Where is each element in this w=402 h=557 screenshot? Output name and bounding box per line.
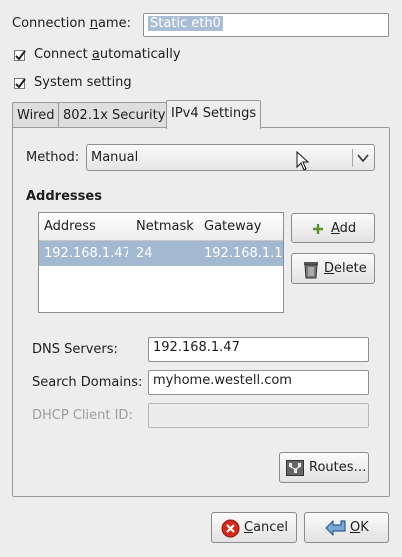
routes-button[interactable]: Routes…	[279, 452, 369, 483]
connection-name-value: Static eth0	[148, 16, 223, 31]
add-button[interactable]: Add	[291, 213, 375, 243]
cell-address: 192.168.1.47	[44, 246, 128, 261]
routes-icon	[286, 460, 304, 476]
ok-button-label: OK	[350, 520, 369, 535]
column-header-netmask[interactable]: Netmask	[131, 213, 200, 241]
connect-automatically-label[interactable]: Connect automatically	[34, 47, 181, 62]
search-domains-input[interactable]: myhome.westell.com	[148, 370, 369, 395]
ok-icon	[325, 520, 346, 536]
column-header-gateway[interactable]: Gateway	[199, 213, 283, 241]
table-row[interactable]: 192.168.1.47 24 192.168.1.1	[39, 241, 283, 266]
method-value: Manual	[91, 150, 139, 165]
connection-name-label: Connection name:	[12, 16, 131, 31]
delete-button-label: Delete	[324, 261, 367, 276]
dns-servers-input[interactable]: 192.168.1.47	[148, 337, 369, 362]
tab-8021x-security[interactable]: 802.1x Security	[58, 102, 167, 128]
routes-button-label: Routes…	[309, 460, 367, 475]
cursor-icon	[296, 151, 310, 171]
plus-icon	[313, 224, 323, 234]
addresses-table[interactable]: Address Netmask Gateway 192.168.1.47 24 …	[38, 212, 284, 313]
trash-icon	[304, 262, 318, 279]
connect-automatically-checkbox[interactable]	[14, 50, 26, 61]
ok-button[interactable]: OK	[304, 512, 389, 543]
cancel-icon	[221, 519, 240, 538]
connection-name-input[interactable]: Static eth0	[143, 13, 389, 37]
cell-gateway: 192.168.1.1	[204, 246, 283, 261]
chevron-down-icon	[357, 154, 369, 163]
check-icon	[15, 78, 26, 89]
tab-ipv4-settings-label: IPv4 Settings	[171, 106, 257, 121]
cancel-button[interactable]: Cancel	[211, 512, 297, 543]
cancel-button-label: Cancel	[244, 520, 289, 535]
tab-ipv4-settings[interactable]: IPv4 Settings	[166, 100, 261, 129]
dns-servers-value: 192.168.1.47	[153, 340, 240, 355]
dns-servers-label: DNS Servers:	[32, 342, 118, 357]
addresses-title: Addresses	[26, 189, 102, 204]
search-domains-label: Search Domains:	[32, 375, 143, 390]
method-label: Method:	[26, 150, 80, 165]
system-setting-checkbox[interactable]	[14, 78, 26, 89]
dhcp-client-id-input	[148, 403, 369, 428]
add-button-label: Add	[331, 221, 357, 236]
check-icon	[15, 50, 26, 61]
column-header-address[interactable]: Address	[39, 213, 132, 241]
tab-wired[interactable]: Wired	[12, 102, 59, 128]
dhcp-client-id-label: DHCP Client ID:	[32, 408, 133, 423]
delete-button[interactable]: Delete	[291, 253, 375, 284]
method-dropdown[interactable]: Manual	[86, 144, 375, 171]
dropdown-separator	[352, 149, 353, 167]
cell-netmask: 24	[136, 246, 153, 261]
search-domains-value: myhome.westell.com	[153, 373, 292, 388]
system-setting-label[interactable]: System setting	[34, 75, 132, 90]
